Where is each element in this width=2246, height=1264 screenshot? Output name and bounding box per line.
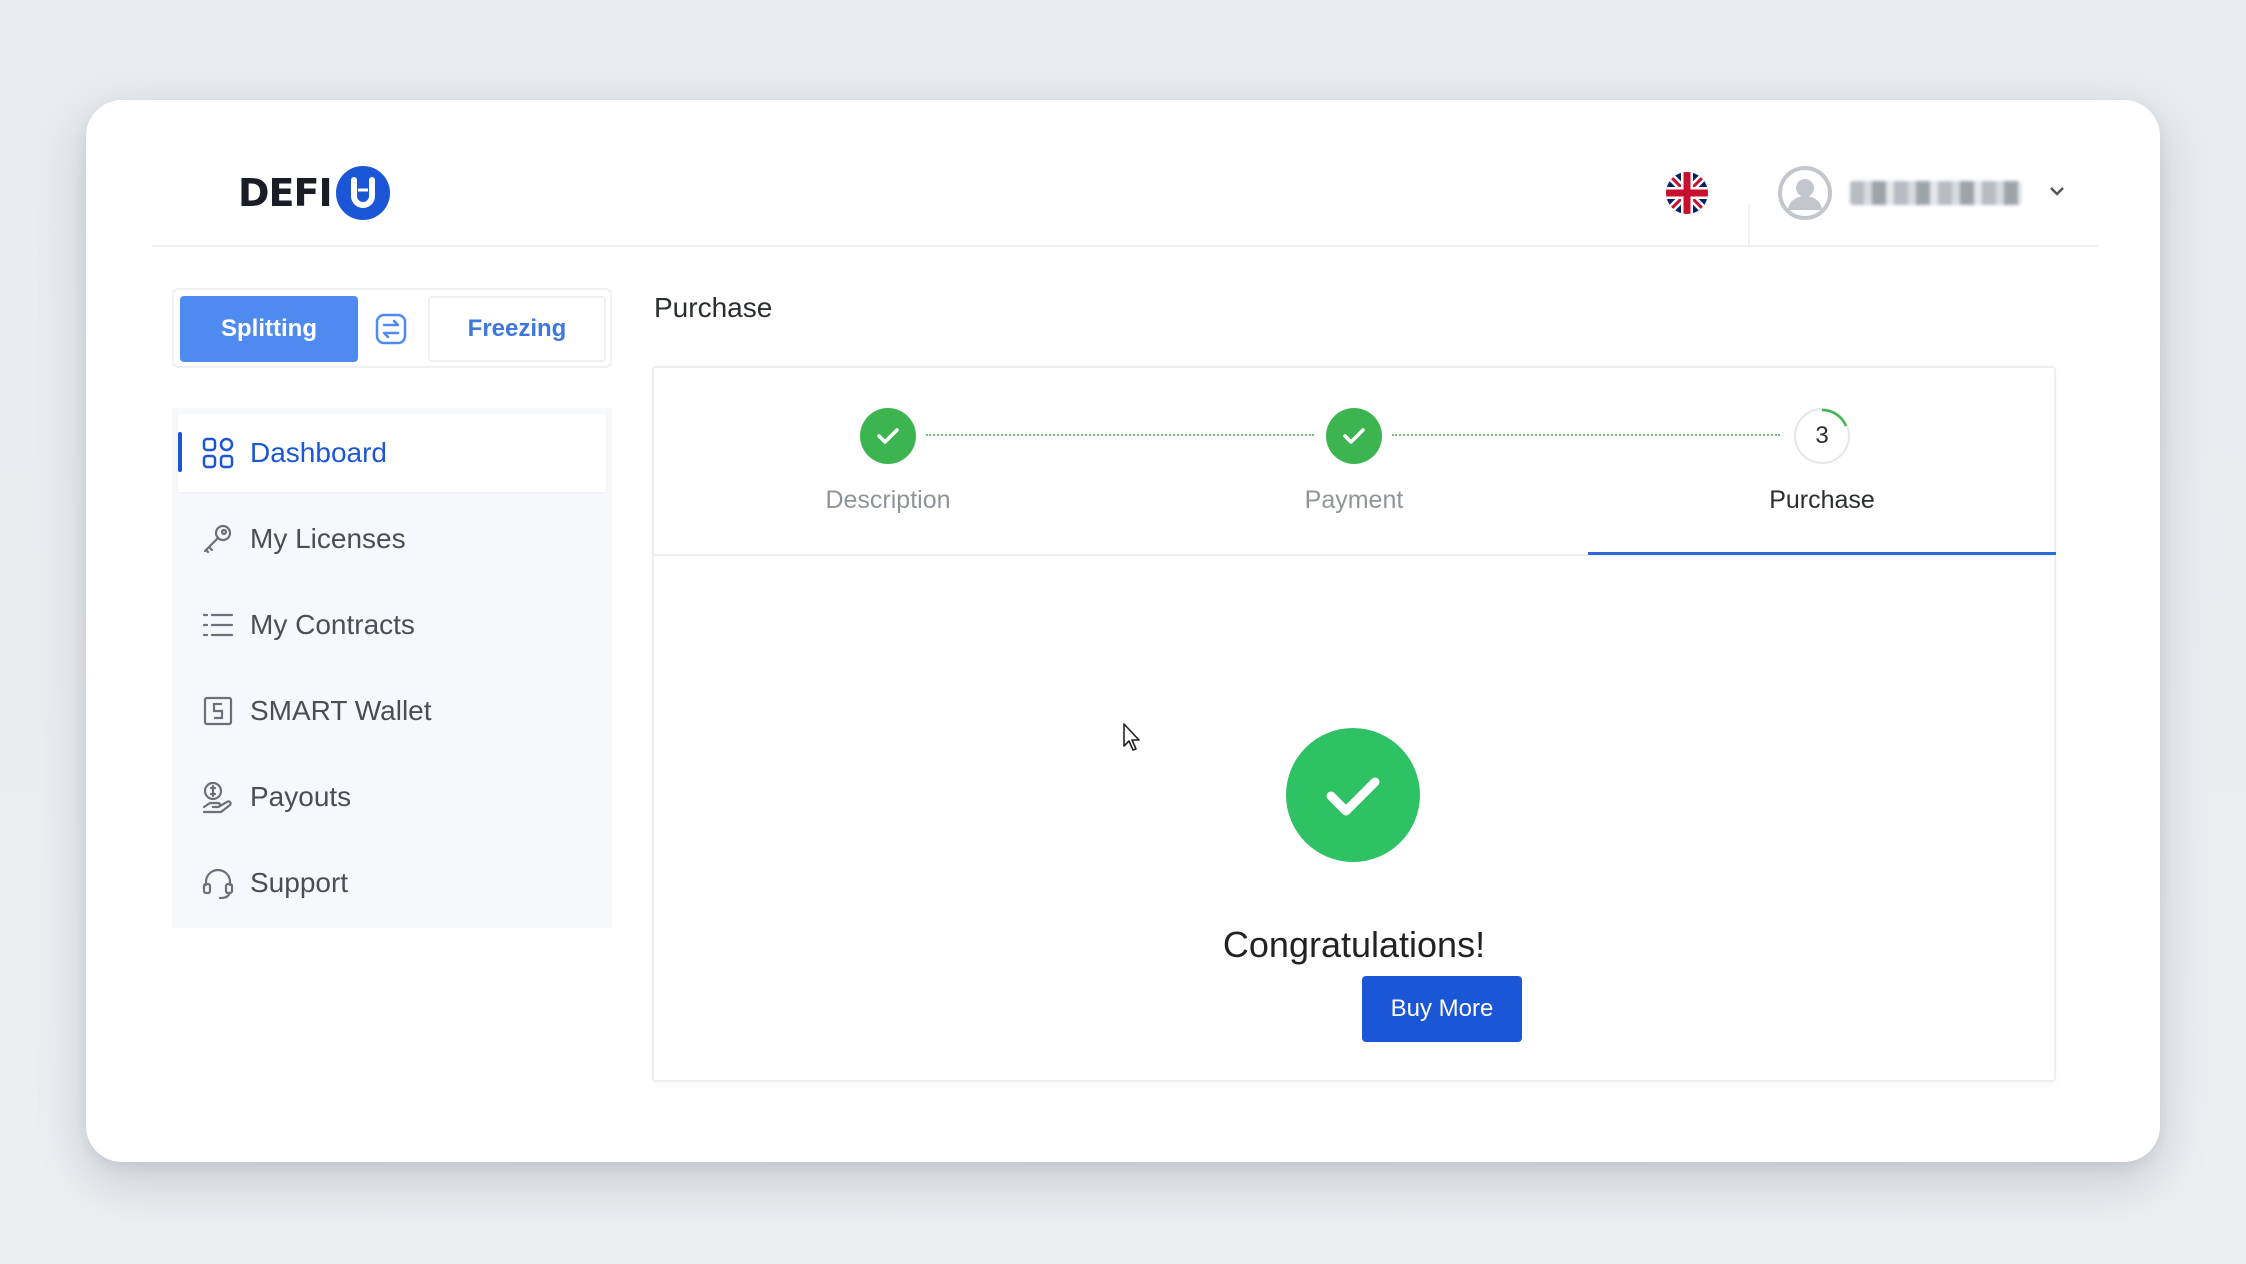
payouts-icon <box>200 779 236 815</box>
mouse-cursor-icon <box>1122 722 1142 757</box>
step-3-indicator: 3 <box>1794 408 1850 464</box>
swap-icon[interactable] <box>374 312 408 351</box>
step-1-label: Description <box>825 486 951 514</box>
splitting-button[interactable]: Splitting <box>180 296 358 362</box>
step-1-check-icon <box>860 408 916 464</box>
sidebar-item-dashboard[interactable]: Dashboard <box>178 414 606 492</box>
sidebar-item-support[interactable]: Support <box>178 844 606 922</box>
list-icon <box>200 607 236 643</box>
step-3-label: Purchase <box>1769 486 1875 514</box>
page-title: Purchase <box>654 292 773 323</box>
sidebar-item-label: Support <box>250 867 349 898</box>
sidebar-item-label: My Contracts <box>250 609 415 640</box>
step-2-label: Payment <box>1304 486 1404 514</box>
logo-badge-icon <box>335 166 390 220</box>
wallet-icon <box>200 693 236 729</box>
freezing-button[interactable]: Freezing <box>428 296 606 362</box>
uk-flag-icon[interactable] <box>1666 172 1708 214</box>
logo[interactable]: DEFI <box>238 166 390 220</box>
mode-toggle: Splitting Freezing <box>172 288 612 368</box>
sidebar-item-payouts[interactable]: Payouts <box>178 758 606 836</box>
sidebar-item-my-licenses[interactable]: My Licenses <box>178 500 606 578</box>
step-connector <box>926 434 1314 436</box>
sidebar-item-label: SMART Wallet <box>250 695 432 726</box>
chevron-down-icon[interactable] <box>2048 184 2066 202</box>
sidebar-item-smart-wallet[interactable]: SMART Wallet <box>178 672 606 750</box>
purchase-card: Description Payment 3 Purchase Congratul… <box>652 366 2056 1082</box>
grid-icon <box>200 435 236 471</box>
logo-text: DEFI <box>238 171 333 215</box>
top-header: DEFI <box>152 100 2098 248</box>
headset-icon <box>200 865 236 901</box>
step-connector <box>1392 434 1780 436</box>
sidebar-item-label: Dashboard <box>250 437 387 468</box>
header-divider <box>1748 204 1750 248</box>
sidebar-nav: Dashboard My Licenses My Contracts SMART… <box>172 408 612 928</box>
key-icon <box>200 521 236 557</box>
sidebar-item-my-contracts[interactable]: My Contracts <box>178 586 606 664</box>
success-check-icon <box>1286 728 1420 862</box>
user-menu[interactable] <box>1778 166 2066 220</box>
active-step-underline <box>1588 552 2056 555</box>
sidebar-item-label: My Licenses <box>250 523 406 554</box>
success-message: Congratulations! <box>1222 924 1486 965</box>
username <box>1850 181 2022 205</box>
step-2-check-icon <box>1326 408 1382 464</box>
buy-more-button[interactable]: Buy More <box>1362 976 1522 1042</box>
sidebar-item-label: Payouts <box>250 781 352 812</box>
app-window: DEFI Splitting Freezing Dashboard My Lic… <box>86 100 2160 1162</box>
avatar <box>1778 166 1832 220</box>
stepper: Description Payment 3 Purchase <box>654 368 2056 556</box>
